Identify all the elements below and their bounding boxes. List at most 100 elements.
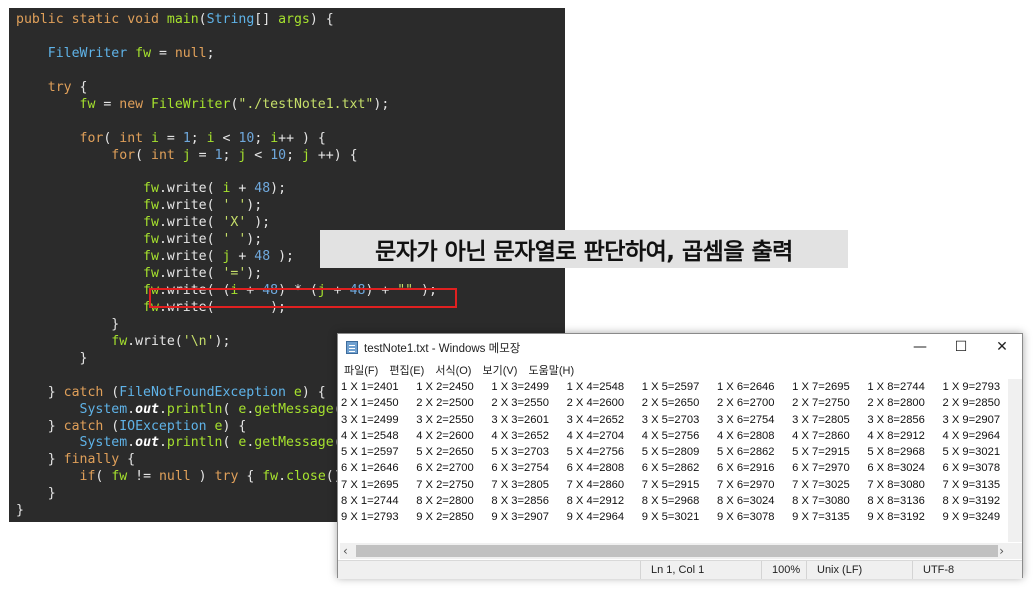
code-token: public bbox=[16, 12, 64, 27]
code-token: + bbox=[230, 249, 255, 265]
text-cell: 4 X 8=2912 bbox=[867, 429, 925, 442]
text-cell: 6 X 5=2862 bbox=[641, 462, 700, 475]
code-token: try bbox=[47, 79, 72, 95]
code-token: [] bbox=[254, 12, 279, 27]
text-line: 1 X 1=2401 1 X 2=2450 1 X 3=2499 1 X 4=2548… bbox=[341, 379, 1009, 395]
code-token: ( bbox=[222, 401, 239, 417]
menu-help[interactable]: 도움말(H) bbox=[528, 365, 574, 377]
horizontal-scrollbar[interactable]: ‹ › bbox=[340, 543, 1022, 559]
code-token: ; bbox=[286, 147, 302, 163]
scroll-left-arrow-icon[interactable]: ‹ bbox=[343, 543, 348, 559]
status-divider bbox=[912, 561, 913, 579]
text-cell: 6 X 3=2754 bbox=[491, 462, 549, 475]
scrollbar-thumb[interactable] bbox=[356, 545, 998, 557]
code-token: for bbox=[111, 147, 136, 163]
text-cell: 6 X 8=3024 bbox=[867, 462, 925, 475]
annotation-text: 문자가 아닌 문자열로 판단하여, 곱셈을 출력 bbox=[375, 239, 793, 265]
code-token: void bbox=[127, 12, 159, 27]
text-cell: 1 X 1=2401 bbox=[341, 381, 399, 393]
text-cell: 1 X 5=2597 bbox=[641, 381, 700, 393]
text-cell: 6 X 6=2916 bbox=[716, 462, 775, 475]
text-cell: 3 X 1=2499 bbox=[341, 413, 399, 426]
text-cell: 6 X 7=2970 bbox=[792, 462, 850, 475]
scroll-right-arrow-icon[interactable]: › bbox=[999, 543, 1004, 559]
code-token: fw bbox=[143, 232, 159, 248]
text-cell: 9 X 4=2964 bbox=[566, 511, 625, 524]
text-cell: 1 X 6=2646 bbox=[716, 381, 775, 393]
status-divider bbox=[806, 561, 807, 579]
code-token: ; bbox=[206, 45, 215, 61]
code-token: fw bbox=[143, 249, 159, 265]
code-token: = bbox=[158, 130, 183, 146]
text-line: 9 X 1=2793 9 X 2=2850 9 X 3=2907 9 X 4=2964… bbox=[341, 509, 1009, 525]
menu-edit[interactable]: 편집(E) bbox=[389, 365, 424, 377]
text-cell: 7 X 1=2695 bbox=[341, 478, 399, 491]
code-token: = bbox=[151, 45, 175, 61]
close-button[interactable]: ✕ bbox=[982, 337, 1022, 357]
text-cell: 9 X 7=3135 bbox=[792, 511, 850, 524]
text-cell: 6 X 4=2808 bbox=[566, 462, 625, 475]
code-token: try bbox=[214, 469, 239, 485]
maximize-button[interactable]: ☐ bbox=[941, 337, 981, 357]
code-token: ; bbox=[190, 130, 207, 146]
code-token: .write( bbox=[127, 333, 183, 349]
menu-view[interactable]: 보기(V) bbox=[483, 365, 518, 377]
code-token: j bbox=[182, 147, 191, 163]
text-cell: 2 X 9=2850 bbox=[942, 397, 1001, 410]
code-token: .write( bbox=[158, 232, 223, 248]
code-token: ( bbox=[135, 147, 151, 163]
text-cell: 3 X 4=2652 bbox=[566, 413, 625, 426]
code-line: fw.write( '='); bbox=[16, 266, 565, 283]
text-cell: 5 X 8=2968 bbox=[867, 446, 925, 459]
text-cell: 4 X 6=2808 bbox=[716, 429, 775, 442]
code-token: . bbox=[127, 435, 136, 451]
text-cell: 7 X 5=2915 bbox=[641, 478, 700, 491]
code-token: ) bbox=[190, 469, 215, 485]
code-token: ( bbox=[95, 469, 112, 485]
code-token: ); bbox=[246, 232, 263, 248]
code-line: try { bbox=[16, 80, 565, 97]
code-token: { bbox=[238, 469, 263, 485]
title-bar[interactable]: testNote1.txt - Windows 메모장 — ☐ ✕ bbox=[338, 334, 1022, 360]
text-cell: 1 X 3=2499 bbox=[491, 381, 549, 393]
code-token: ); bbox=[214, 333, 231, 349]
minimize-button[interactable]: — bbox=[900, 337, 940, 357]
text-cell: 9 X 1=2793 bbox=[341, 511, 399, 524]
text-line: 7 X 1=2695 7 X 2=2750 7 X 3=2805 7 X 4=2860… bbox=[341, 477, 1009, 493]
text-cell: 9 X 5=3021 bbox=[641, 511, 700, 524]
code-token: println bbox=[166, 435, 223, 451]
text-line: 8 X 1=2744 8 X 2=2800 8 X 3=2856 8 X 4=2912… bbox=[341, 493, 1009, 509]
text-cell: 2 X 6=2700 bbox=[716, 397, 775, 410]
code-token: fw bbox=[135, 45, 152, 61]
code-token: fw bbox=[79, 96, 96, 112]
code-token: } bbox=[16, 503, 24, 519]
text-cell: 6 X 9=3078 bbox=[942, 462, 1001, 475]
code-token: ( bbox=[103, 130, 120, 146]
code-token: static bbox=[71, 12, 120, 27]
vertical-scrollbar[interactable] bbox=[1008, 379, 1022, 542]
code-line: public static void main(String[] args) { bbox=[16, 12, 565, 29]
text-cell: 3 X 5=2703 bbox=[641, 413, 700, 426]
text-cell: 4 X 4=2704 bbox=[566, 429, 625, 442]
text-line: 5 X 1=2597 5 X 2=2650 5 X 3=2703 5 X 4=2756… bbox=[341, 444, 1009, 460]
text-area[interactable]: 1 X 1=2401 1 X 2=2450 1 X 3=2499 1 X 4=2548… bbox=[341, 379, 1009, 542]
code-token: fw bbox=[111, 333, 128, 349]
text-cell: 1 X 2=2450 bbox=[416, 381, 474, 393]
code-token: ); bbox=[270, 181, 287, 197]
text-cell: 6 X 1=2646 bbox=[341, 462, 399, 475]
menu-format[interactable]: 서식(O) bbox=[435, 365, 471, 377]
text-cell: 2 X 3=2550 bbox=[491, 397, 549, 410]
menu-file[interactable]: 파일(F) bbox=[344, 365, 378, 377]
code-token: System bbox=[79, 435, 128, 451]
